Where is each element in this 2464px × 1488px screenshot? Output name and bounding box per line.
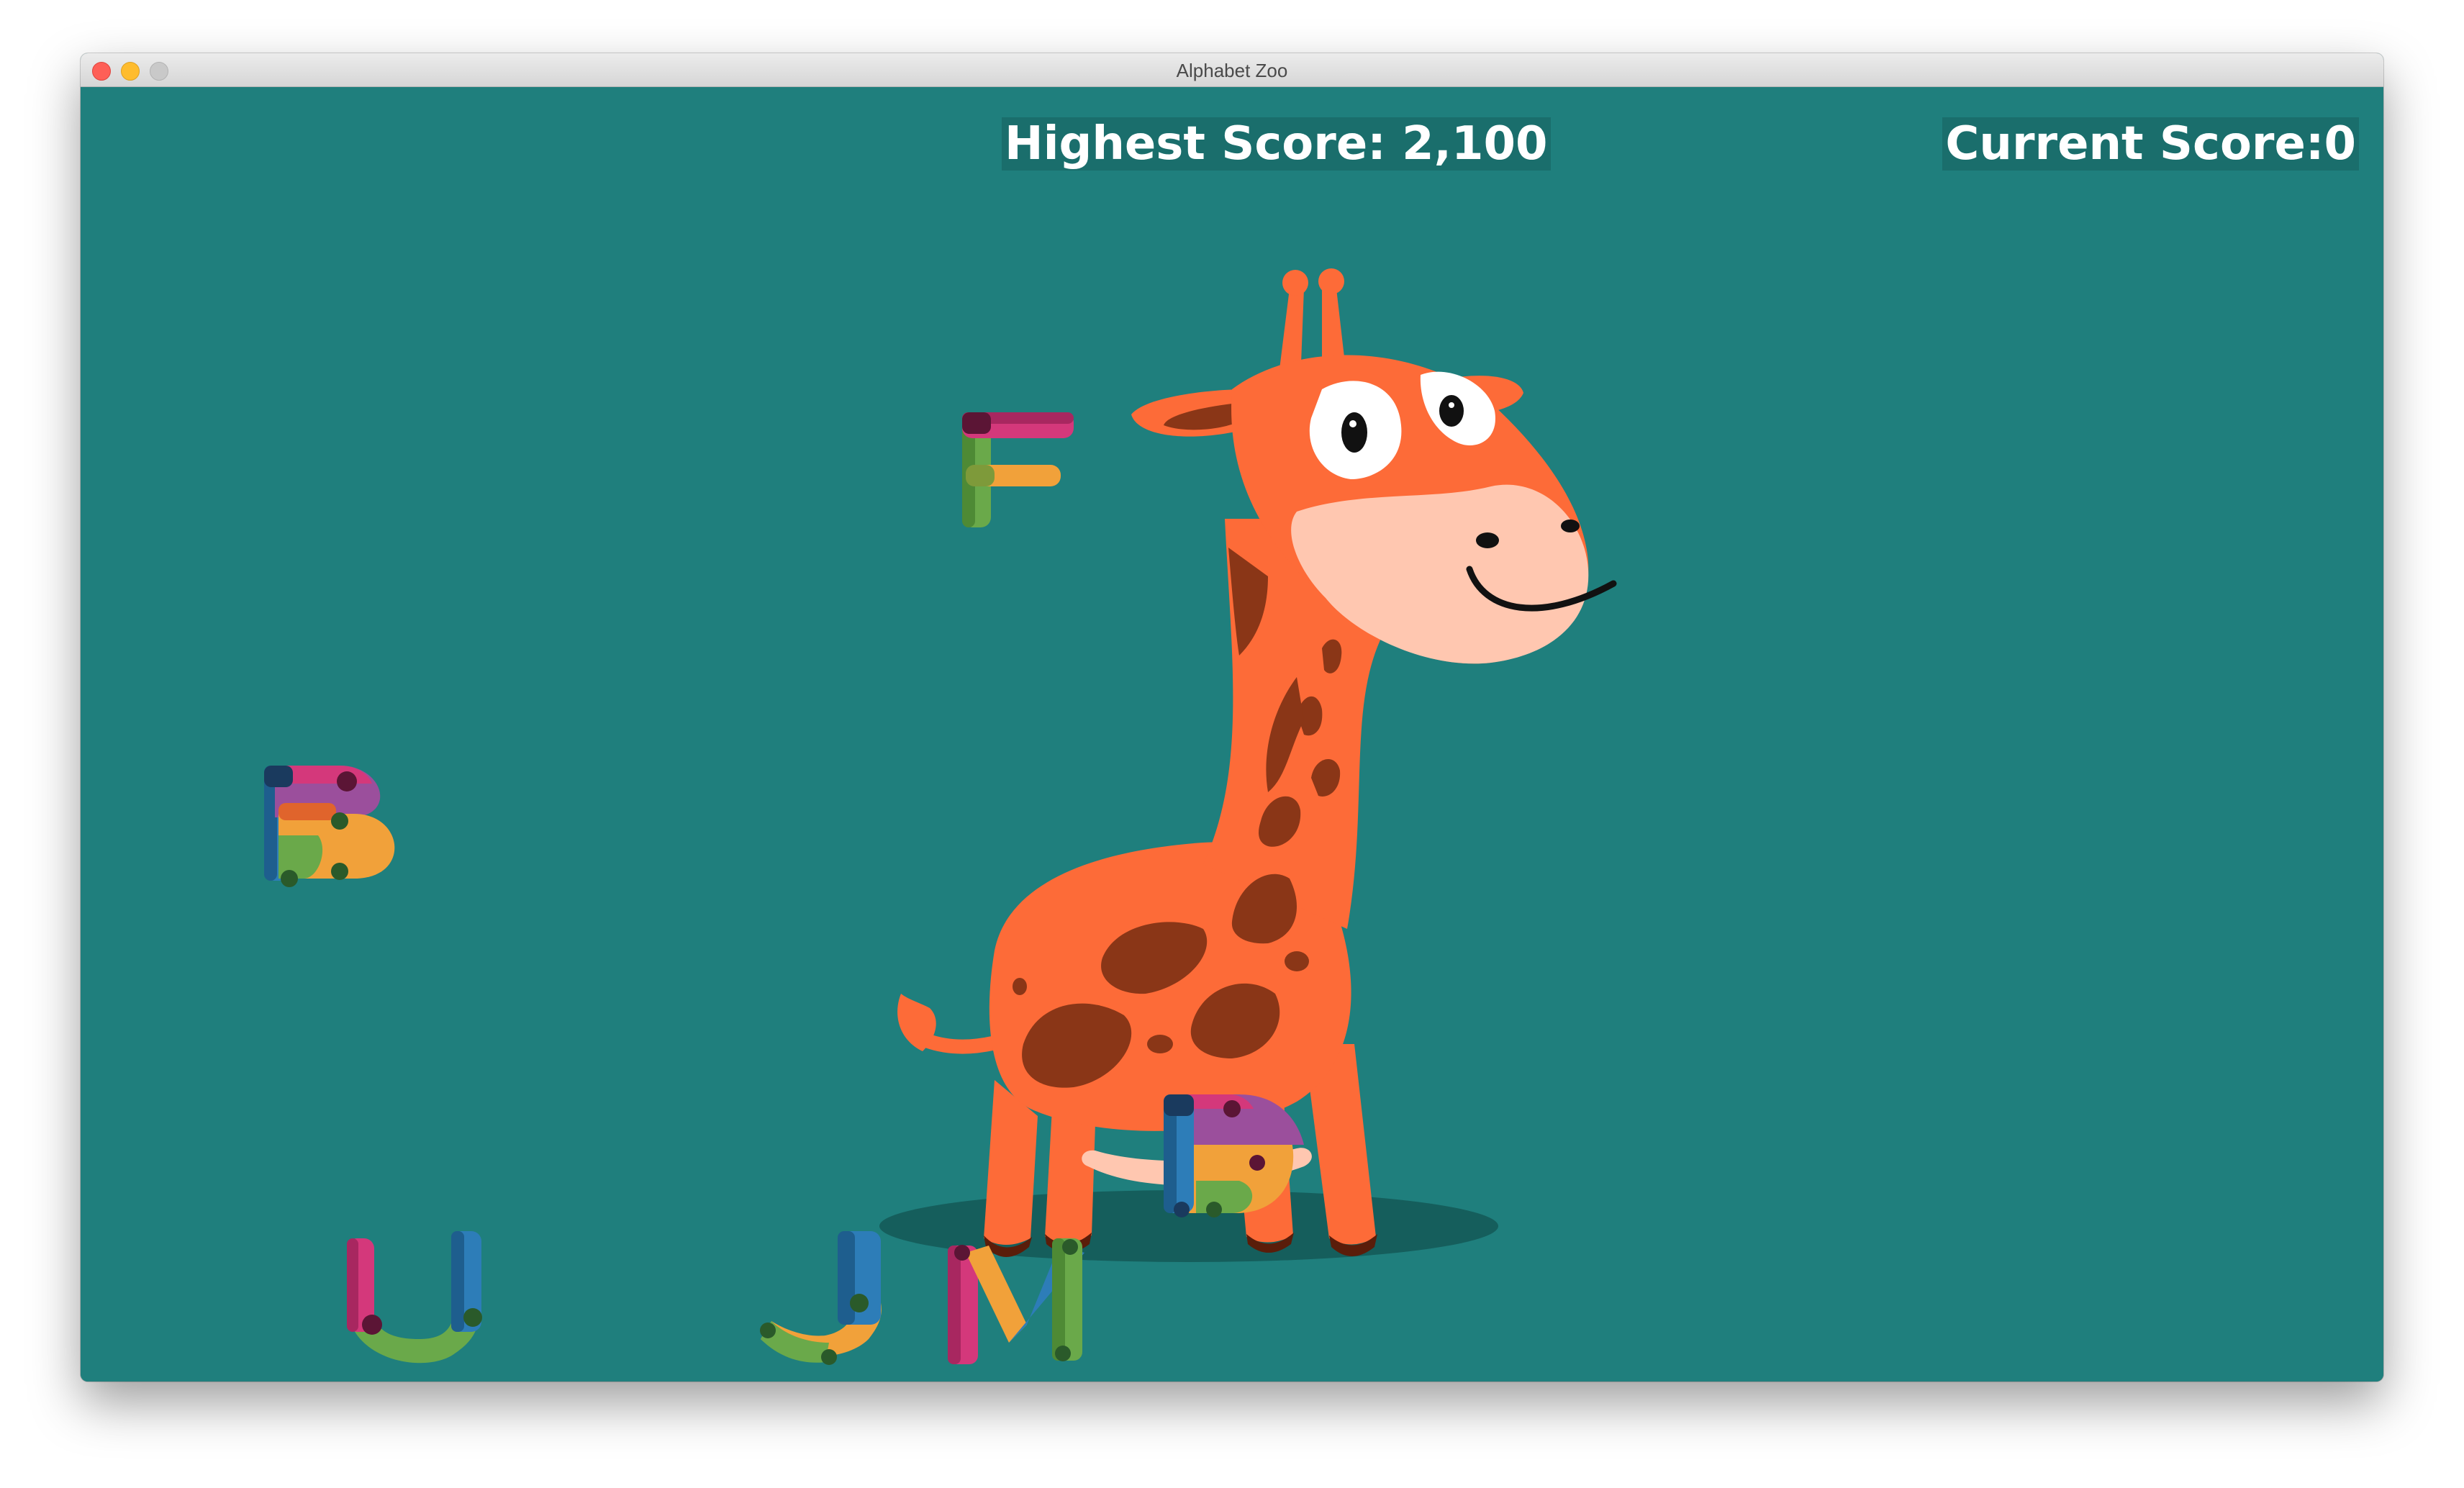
letter-b-text: B (246, 842, 247, 843)
letter-block-m[interactable]: M (944, 1238, 1084, 1364)
app-window: Alphabet Zoo F B U J M Highest Score: 2,… (81, 53, 2383, 1382)
highest-score-label: Highest Score: 2,100 (1002, 117, 1551, 171)
game-canvas[interactable]: F B U J M Highest Score: 2,100 Current S… (81, 87, 2383, 1382)
title-bar: Alphabet Zoo (81, 53, 2383, 87)
letter-block-f[interactable]: F (944, 412, 1074, 527)
letter-block-j[interactable]: J (760, 1231, 882, 1365)
letter-f-text: F (944, 518, 945, 520)
letter-j-text: J (764, 1310, 765, 1311)
letter-m-text: M (944, 1310, 945, 1311)
letter-block-u[interactable]: U (340, 1231, 482, 1364)
letter-block-b[interactable]: B (246, 766, 395, 887)
current-score-label: Current Score:0 (1942, 117, 2359, 171)
game-scene: F B U J M (246, 268, 1617, 1365)
window-title: Alphabet Zoo (1176, 60, 1288, 81)
